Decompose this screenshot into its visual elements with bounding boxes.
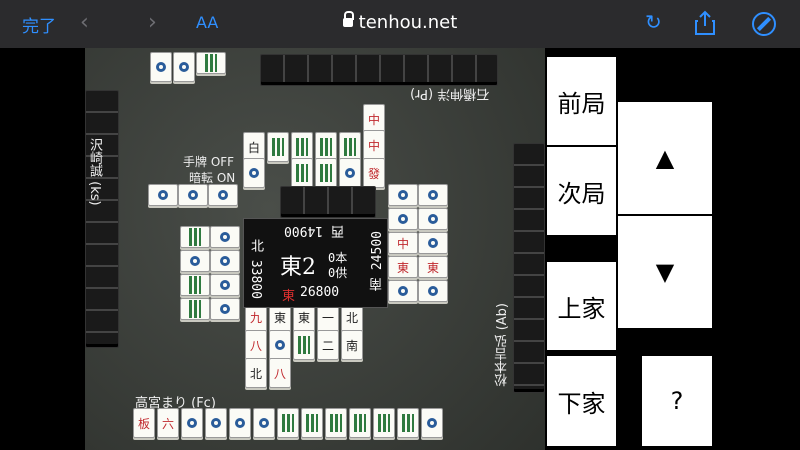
discard-tile	[180, 226, 210, 248]
discard-tile: 北	[245, 358, 267, 388]
discard-tile	[388, 280, 418, 302]
address-bar[interactable]: tenhou.net	[0, 11, 800, 33]
score-left: 北 33800	[248, 239, 263, 299]
score-bottom: 26800	[300, 285, 340, 300]
discard-tile	[208, 184, 238, 206]
control-panel: 前局 次局 ▲ ▼ 上家 下家 ?	[545, 48, 800, 450]
hand-tile[interactable]: 板	[133, 408, 155, 438]
discard-tile: 八	[269, 358, 291, 388]
hand-tile[interactable]	[181, 408, 203, 438]
hand-tile[interactable]	[373, 408, 395, 438]
discard-tile	[148, 184, 178, 206]
meld-tile	[196, 52, 226, 74]
hand-tile[interactable]	[229, 408, 251, 438]
meld-tile	[173, 52, 195, 82]
discard-tile	[243, 158, 265, 188]
right-player-name: 松本吉弘 (Ab)	[495, 303, 510, 387]
center-scoreboard: 西 14900 北 33800 南 24500 東2 0本 0供 東 26800	[243, 218, 388, 308]
discard-tile	[269, 330, 291, 360]
discard-tile: 八	[245, 330, 267, 360]
discard-tile: 東	[388, 256, 418, 278]
discard-tile	[418, 232, 448, 254]
hand-tile[interactable]	[205, 408, 227, 438]
prev-round-button[interactable]: 前局	[545, 55, 618, 147]
hand-tile[interactable]	[349, 408, 371, 438]
kamicha-button[interactable]: 上家	[545, 260, 618, 352]
hand-tile[interactable]: 六	[157, 408, 179, 438]
discard-tile: 東	[418, 256, 448, 278]
discard-tile	[210, 250, 240, 272]
round-indicator: 東2	[280, 255, 316, 280]
discard-tile: 中	[388, 232, 418, 254]
score-right: 南 24500	[370, 231, 385, 291]
url-text: tenhou.net	[358, 12, 458, 33]
hand-tile[interactable]	[253, 408, 275, 438]
lock-icon	[342, 11, 354, 27]
up-button[interactable]: ▲	[616, 100, 714, 216]
discard-tile: 中	[363, 130, 385, 160]
next-round-button[interactable]: 次局	[545, 145, 618, 237]
share-icon[interactable]	[694, 10, 716, 36]
score-top: 西 14900	[284, 223, 344, 238]
discard-tile	[180, 298, 210, 320]
hand-option-label: 手牌 OFF	[183, 155, 235, 169]
hand-tile[interactable]	[301, 408, 323, 438]
help-button[interactable]: ?	[640, 354, 714, 448]
discard-tile	[180, 250, 210, 272]
top-hand-back	[260, 54, 498, 86]
dealer-wind: 東	[282, 289, 296, 304]
right-hand-back	[513, 143, 545, 393]
discard-tile	[178, 184, 208, 206]
discard-tile	[293, 330, 315, 360]
down-button[interactable]: ▼	[616, 214, 714, 330]
left-player-name: 沢崎誠 (ks)	[87, 138, 102, 206]
discard-tile	[180, 274, 210, 296]
hand-tile[interactable]	[325, 408, 347, 438]
hand-tile[interactable]	[277, 408, 299, 438]
kyotaku-count: 0供	[328, 266, 348, 280]
discard-tile	[210, 298, 240, 320]
discard-tile	[418, 184, 448, 206]
shimocha-button[interactable]: 下家	[545, 354, 618, 448]
browser-toolbar: 完了 ‹ › AA tenhou.net ↻	[0, 0, 800, 48]
discard-tile	[418, 280, 448, 302]
discard-tile	[267, 132, 289, 162]
discard-tile	[418, 208, 448, 230]
discard-tile: 南	[341, 330, 363, 360]
discard-tile	[339, 158, 361, 188]
meld-tile	[150, 52, 172, 82]
hand-tile[interactable]	[421, 408, 443, 438]
hand-tile[interactable]	[397, 408, 419, 438]
discard-tile	[388, 208, 418, 230]
discard-tile	[291, 158, 313, 188]
left-hand-back	[85, 90, 119, 348]
discard-tile	[315, 158, 337, 188]
reload-icon[interactable]: ↻	[645, 10, 662, 34]
compass-icon[interactable]	[752, 12, 776, 36]
discard-tile	[210, 274, 240, 296]
top-player-name: 石橋伸洋 (Pr)	[410, 86, 490, 101]
discard-tile: 二	[317, 330, 339, 360]
discard-tile	[210, 226, 240, 248]
dead-wall	[280, 186, 376, 218]
discard-tile: 發	[363, 158, 385, 188]
discard-tile	[388, 184, 418, 206]
